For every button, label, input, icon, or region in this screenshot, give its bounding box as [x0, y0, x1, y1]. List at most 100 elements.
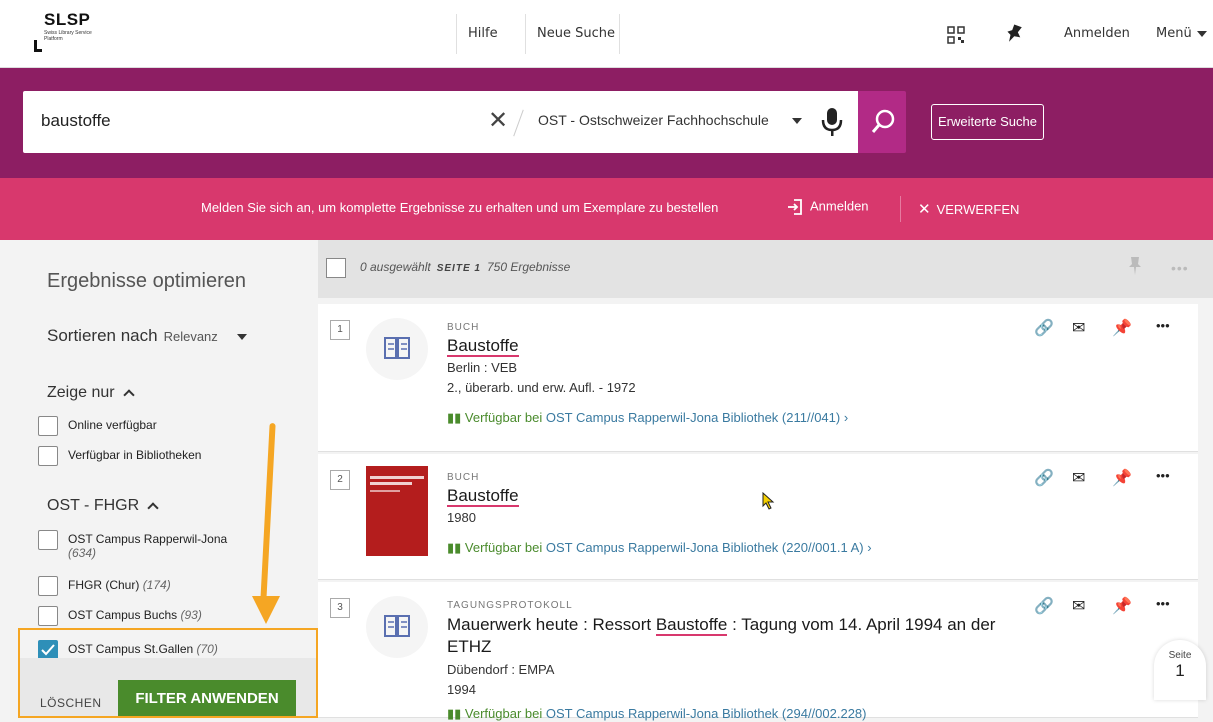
slsp-logo[interactable]: SLSP Swiss Library Service Platform	[34, 10, 94, 54]
login-banner: Melden Sie sich an, um komplette Ergebni…	[0, 178, 1213, 240]
title-text-before: Mauerwerk heute : Ressort	[447, 615, 656, 634]
more-options-icon[interactable]: •••	[1156, 468, 1170, 483]
more-options-icon[interactable]: •••	[1171, 260, 1189, 276]
qr-code-icon[interactable]	[947, 26, 965, 44]
link-icon[interactable]: 🔗	[1034, 318, 1054, 338]
resource-type: BUCH	[447, 322, 480, 333]
nav-divider	[525, 14, 526, 54]
new-search-link[interactable]: Neue Suche	[537, 0, 615, 68]
select-all-checkbox[interactable]	[326, 258, 346, 278]
caret-down-icon	[1196, 30, 1207, 37]
result-item[interactable]: 2 BUCH Baustoffe 1980 ▮▮ Verfügbar bei O…	[318, 454, 1198, 580]
page-indicator[interactable]: Seite 1	[1154, 640, 1206, 700]
result-count: (93)	[180, 608, 202, 622]
title-line-2: ETHZ	[447, 637, 492, 656]
location-name: FHGR (Chur)	[68, 578, 140, 592]
location-name: OST Campus Buchs	[68, 608, 178, 622]
email-icon[interactable]: ✉	[1072, 468, 1085, 488]
result-number: 2	[330, 470, 350, 490]
pin-icon[interactable]	[1128, 256, 1142, 276]
microphone-icon[interactable]	[821, 107, 843, 137]
result-title[interactable]: Mauerwerk heute : Ressort Baustoffe : Ta…	[447, 614, 1027, 658]
selected-count: 0 ausgewählt	[360, 260, 431, 274]
advanced-search-button[interactable]: Erweiterte Suche	[931, 104, 1044, 140]
login-link[interactable]: Anmelden	[1064, 0, 1130, 68]
link-icon[interactable]: 🔗	[1034, 596, 1054, 616]
book-icon	[366, 596, 428, 658]
more-options-icon[interactable]: •••	[1156, 318, 1170, 333]
search-icon	[871, 109, 895, 133]
result-number: 1	[330, 320, 350, 340]
checkbox[interactable]	[38, 606, 58, 626]
close-icon: ✕	[918, 201, 931, 218]
sort-value[interactable]: Relevanz	[164, 329, 218, 344]
clear-filters-button[interactable]: LÖSCHEN	[40, 696, 102, 710]
email-icon[interactable]: ✉	[1072, 596, 1085, 616]
pin-icon[interactable]: 📌	[1112, 318, 1132, 338]
banner-message: Melden Sie sich an, um komplette Ergebni…	[201, 200, 719, 215]
title-text[interactable]: Baustoffe	[447, 486, 519, 507]
search-button[interactable]	[858, 91, 906, 153]
year: 1980	[447, 510, 476, 525]
caret-down-icon[interactable]	[236, 333, 247, 340]
availability-link[interactable]: ▮▮ Verfügbar bei OST Campus Rapperwil-Jo…	[447, 410, 848, 426]
result-item[interactable]: 3 TAGUNGSPROTOKOLL Mauerwerk heute : Res…	[318, 582, 1198, 721]
book-cover-image[interactable]	[366, 466, 428, 556]
show-only-heading[interactable]: Zeige nur	[47, 384, 135, 402]
more-options-icon[interactable]: •••	[1156, 596, 1170, 611]
title-text-after: : Tagung vom 14. April 1994 an der	[727, 615, 996, 634]
results-summary: 0 ausgewählt SEITE 1 750 Ergebnisse	[360, 260, 570, 274]
checkbox[interactable]	[38, 416, 58, 436]
result-title[interactable]: Baustoffe	[447, 336, 519, 357]
search-box[interactable]: baustoffe ✕ OST - Ostschweizer Fachhochs…	[23, 91, 858, 153]
location-group-heading[interactable]: OST - FHGR	[47, 497, 159, 515]
result-title[interactable]: Baustoffe	[447, 486, 519, 507]
link-icon[interactable]: 🔗	[1034, 468, 1054, 488]
clear-icon[interactable]: ✕	[488, 106, 508, 135]
result-actions: 🔗 ✉ 📌 •••	[1034, 468, 1194, 492]
pin-icon[interactable]: 📌	[1112, 596, 1132, 616]
pin-icon[interactable]: 📌	[1112, 468, 1132, 488]
sort-control[interactable]: Sortieren nach Relevanz	[47, 326, 247, 346]
show-only-label: Zeige nur	[47, 384, 115, 401]
result-total: 750 Ergebnisse	[486, 260, 571, 274]
title-text[interactable]: Baustoffe	[447, 336, 519, 357]
checkbox[interactable]	[38, 576, 58, 596]
logo-title: SLSP	[44, 10, 91, 29]
email-icon[interactable]: ✉	[1072, 318, 1085, 338]
checkbox[interactable]	[38, 446, 58, 466]
chevron-up-icon	[147, 502, 159, 514]
result-count: (634)	[68, 546, 97, 560]
result-actions: 🔗 ✉ 📌 •••	[1034, 596, 1194, 620]
page-indicator-number: 1	[1175, 661, 1185, 680]
availability-prefix: Verfügbar bei	[464, 410, 543, 425]
caret-down-icon[interactable]	[792, 118, 802, 124]
banner-login-label: Anmelden	[810, 198, 869, 214]
banner-login-button[interactable]: Anmelden	[786, 198, 869, 216]
top-bar: SLSP Swiss Library Service Platform Hilf…	[0, 0, 1213, 68]
result-item[interactable]: 1 BUCH Baustoffe Berlin : VEB 2., überar…	[318, 304, 1198, 452]
search-divider	[513, 109, 524, 137]
result-actions: 🔗 ✉ 📌 •••	[1034, 318, 1194, 342]
year: 1994	[447, 682, 476, 697]
page-label: SEITE 1	[436, 263, 481, 274]
filter-action-bar: LÖSCHEN FILTER ANWENDEN	[18, 658, 318, 718]
availability-prefix: Verfügbar bei	[464, 706, 543, 721]
filter-label: OST Campus Buchs (93)	[68, 608, 202, 622]
sort-label: Sortieren nach	[47, 326, 158, 345]
availability-link[interactable]: ▮▮ Verfügbar bei OST Campus Rapperwil-Jo…	[447, 540, 872, 556]
availability-location: OST Campus Rapperwil-Jona Bibliothek (29…	[545, 706, 867, 721]
help-link[interactable]: Hilfe	[468, 0, 498, 68]
availability-link[interactable]: ▮▮ Verfügbar bei OST Campus Rapperwil-Jo…	[447, 706, 867, 722]
search-scope[interactable]: OST - Ostschweizer Fachhochschule	[538, 112, 769, 128]
search-query[interactable]: baustoffe	[41, 111, 111, 131]
availability-prefix: Verfügbar bei	[464, 540, 543, 555]
annotation-highlight	[18, 628, 318, 658]
apply-filters-button[interactable]: FILTER ANWENDEN	[118, 680, 296, 716]
menu-button[interactable]: Menü	[1156, 0, 1207, 68]
pin-icon[interactable]	[1006, 24, 1022, 44]
location-group-label: OST - FHGR	[47, 497, 140, 514]
checkbox[interactable]	[38, 530, 58, 550]
availability-location: OST Campus Rapperwil-Jona Bibliothek (21…	[545, 410, 841, 425]
dismiss-button[interactable]: ✕ VERWERFEN	[918, 200, 1019, 218]
